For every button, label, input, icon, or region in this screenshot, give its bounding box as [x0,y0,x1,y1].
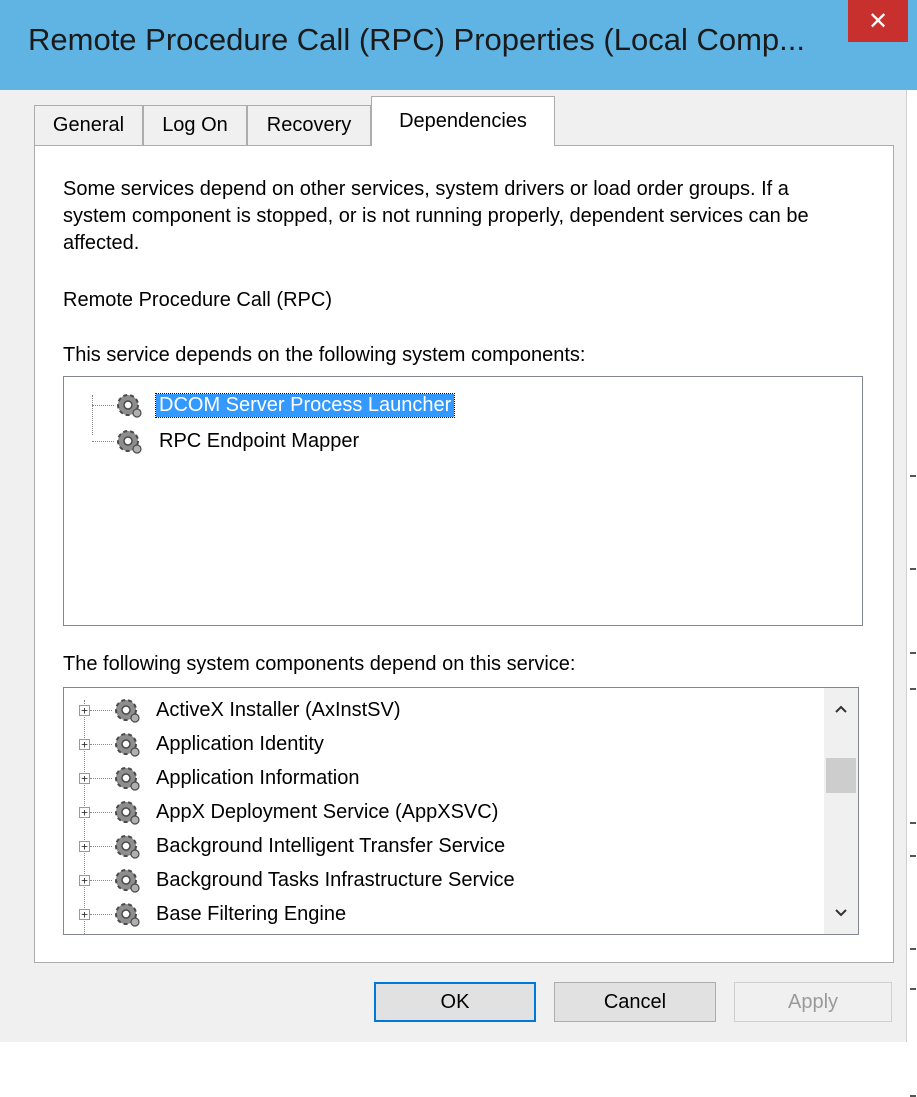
tree-item-bits[interactable]: + Background Intelligent Transfer Servic… [64,828,858,864]
properties-dialog: Remote Procedure Call (RPC) Properties (… [0,0,917,1097]
tree-item-background-tasks[interactable]: + Background Tasks Infrastructure Servic… [64,862,858,898]
tab-strip: General Log On Recovery Dependencies [34,96,894,146]
tab-recovery[interactable]: Recovery [247,105,371,145]
expand-icon[interactable]: + [79,841,90,852]
tree-item-activex-installer[interactable]: + ActiveX Installer (AxInstSV) [64,692,858,728]
service-name: Remote Procedure Call (RPC) [63,289,332,311]
tree-connector [90,744,112,745]
gear-icon [115,699,140,723]
tree-item-label: Background Tasks Infrastructure Service [156,868,515,891]
depends-on-label: This service depends on the following sy… [63,344,586,366]
title-bar[interactable]: Remote Procedure Call (RPC) Properties (… [0,0,917,90]
gear-icon [115,801,140,825]
tree-item-label: RPC Endpoint Mapper [159,429,360,452]
tree-item-label: AppX Deployment Service (AppXSVC) [156,800,499,823]
tree-item-application-information[interactable]: + Application Information [64,760,858,796]
gear-icon [115,733,140,757]
ok-button[interactable]: OK [374,982,536,1022]
description-text: Some services depend on other services, … [63,178,809,254]
tab-log-on[interactable]: Log On [143,105,247,145]
dependents-label: The following system components depend o… [63,653,576,675]
expand-icon[interactable]: + [79,875,90,886]
close-button[interactable]: ✕ [848,0,908,42]
expand-icon[interactable]: + [79,773,90,784]
tree-connector [90,846,112,847]
expand-icon[interactable]: + [79,909,90,920]
tree-item-label: Application Information [156,766,360,789]
tree-connector [90,812,112,813]
tree-item-rpc-endpoint-mapper[interactable]: RPC Endpoint Mapper [64,423,862,459]
gear-icon [115,903,140,927]
tree-item-application-identity[interactable]: + Application Identity [64,726,858,762]
tree-item-appx-deployment[interactable]: + AppX Deployment Service (AppXSVC) [64,794,858,830]
expand-icon[interactable]: + [79,705,90,716]
vertical-scrollbar[interactable] [824,688,858,934]
gear-icon [115,835,140,859]
gear-icon [117,430,142,454]
tree-item-label: Base Filtering Engine [156,902,347,925]
tree-item-base-filtering-engine[interactable]: + Base Filtering Engine [64,896,858,932]
tree-item-label: Background Intelligent Transfer Service [156,834,506,857]
tree-connector [90,778,112,779]
chevron-up-icon [835,705,847,713]
tree-item-label: ActiveX Installer (AxInstSV) [156,698,401,721]
chevron-down-icon [835,909,847,917]
window-title: Remote Procedure Call (RPC) Properties (… [28,22,805,57]
close-icon: ✕ [867,7,889,35]
gear-icon [115,869,140,893]
gear-icon [117,394,142,418]
tree-item-label: Application Identity [156,732,324,755]
tree-connector [90,710,112,711]
gear-icon [115,767,140,791]
tree-connector [90,914,112,915]
cancel-button[interactable]: Cancel [554,982,716,1022]
apply-button[interactable]: Apply [734,982,892,1022]
depends-on-tree[interactable]: DCOM Server Process Launcher RPC Endpoin… [63,376,863,626]
scroll-up-button[interactable] [824,692,858,726]
tree-item-dcom[interactable]: DCOM Server Process Launcher [64,387,862,423]
scroll-thumb[interactable] [826,758,856,793]
tree-item-label: DCOM Server Process Launcher [154,392,456,418]
dependencies-panel: Some services depend on other services, … [34,145,894,963]
tab-general[interactable]: General [34,105,143,145]
dependents-tree[interactable]: + ActiveX Installer (AxInstSV) + Applica… [63,687,859,935]
scroll-down-button[interactable] [824,896,858,930]
expand-icon[interactable]: + [79,739,90,750]
background-window-edge [906,90,917,1097]
expand-icon[interactable]: + [79,807,90,818]
tab-dependencies[interactable]: Dependencies [371,96,555,146]
tree-connector [90,880,112,881]
